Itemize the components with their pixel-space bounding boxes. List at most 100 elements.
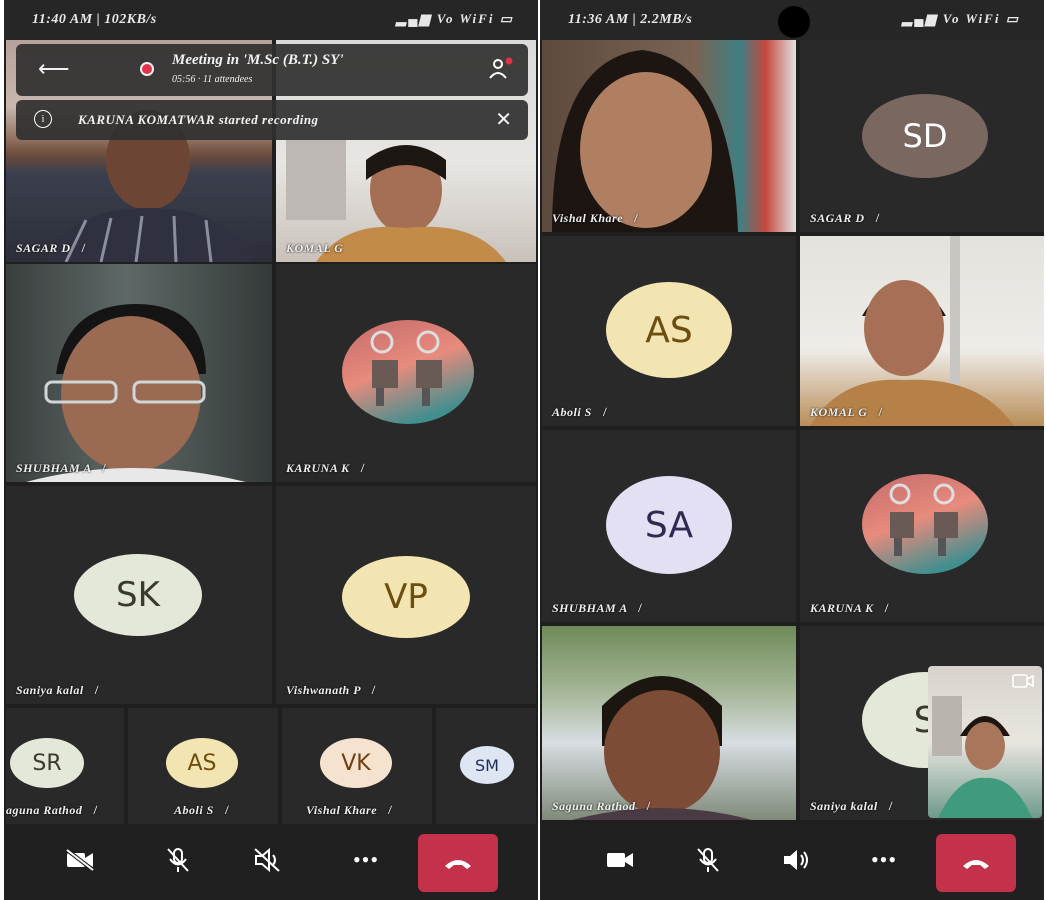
participant-tile-vishal[interactable]: Vishal Khare 🎙̸ xyxy=(542,40,796,232)
participant-name: KARUNA K 🎙̸ xyxy=(286,461,364,475)
keychain-figures-image xyxy=(889,483,958,556)
signal-icon: ▂▄▆ xyxy=(396,11,432,26)
participant-name: aguna Rathod 🎙̸ xyxy=(6,803,96,817)
avatar-initials: VK xyxy=(320,738,392,788)
mic-muted-icon xyxy=(167,848,189,872)
participant-name: Vishwanath P 🎙̸ xyxy=(286,683,374,697)
participant-name: Aboli S 🎙̸ xyxy=(174,803,228,817)
mic-muted-icon: 🎙̸ xyxy=(217,803,228,817)
participant-video xyxy=(542,40,796,232)
profile-photo-avatar xyxy=(862,474,988,574)
mic-muted-icon: 🎙̸ xyxy=(87,683,98,697)
participant-name: SHUBHAM A 🎙̸ xyxy=(552,601,641,615)
mic-muted-icon: 🎙̸ xyxy=(595,405,606,419)
mute-button[interactable] xyxy=(156,838,200,882)
call-toolbar: ••• xyxy=(4,824,538,900)
wifi-label: Vo WiFi xyxy=(942,11,1001,26)
participant-tile-karuna[interactable]: KARUNA K 🎙̸ xyxy=(800,430,1044,622)
status-bar: 11:36 AM | 2.2MB/s ▂▄▆ Vo WiFi ▭ xyxy=(540,0,1044,40)
close-icon[interactable]: ✕ xyxy=(495,107,512,132)
meeting-subtitle: 05:56 · 11 attendees xyxy=(172,74,253,85)
more-button[interactable]: ••• xyxy=(344,838,388,882)
participant-name: SAGAR D 🎙̸ xyxy=(810,211,878,225)
person-silhouette xyxy=(810,236,1014,426)
camera-button[interactable] xyxy=(598,838,642,882)
status-time: 11:40 AM | 102KB/s xyxy=(32,12,157,27)
mic-muted-icon: 🎙̸ xyxy=(870,405,881,419)
notification-text: KARUNA KOMATWAR started recording xyxy=(78,112,319,127)
status-system-icons: ▂▄▆ Vo WiFi ▭ xyxy=(902,11,1020,27)
mute-button[interactable] xyxy=(686,838,730,882)
participant-tile-saguna[interactable]: SR aguna Rathod 🎙̸ xyxy=(6,708,124,824)
switch-camera-icon[interactable] xyxy=(1012,672,1034,695)
participant-tile-sm[interactable]: SM xyxy=(436,708,536,824)
speaker-off-button[interactable] xyxy=(246,838,290,882)
more-icon: ••• xyxy=(352,847,380,872)
mic-muted-icon: 🎙̸ xyxy=(626,211,637,225)
participant-tile-aboli[interactable]: AS Aboli S 🎙̸ xyxy=(128,708,278,824)
keychain-figures-image xyxy=(370,330,442,406)
speaker-off-icon xyxy=(254,847,280,873)
avatar-initials: SM xyxy=(460,746,514,784)
avatar-initials: AS xyxy=(166,738,238,788)
camera-cutout xyxy=(778,6,810,38)
participant-tile-shubham[interactable]: SHUBHAM A 🎙̸ xyxy=(6,264,272,482)
participants-icon[interactable] xyxy=(488,56,514,87)
participant-video xyxy=(6,264,272,482)
participant-name: Saniya kalal 🎙̸ xyxy=(16,683,98,697)
mic-muted-icon: 🎙̸ xyxy=(630,601,641,615)
mic-muted-icon: 🎙̸ xyxy=(364,683,374,697)
mic-muted-icon: 🎙̸ xyxy=(881,799,892,813)
avatar-initials: SD xyxy=(862,94,988,178)
mic-muted-icon: 🎙̸ xyxy=(353,461,364,475)
left-phone-screen: 11:40 AM | 102KB/s ▂▄▆ Vo WiFi ▭ SAGAR D… xyxy=(4,0,538,900)
avatar-initials: SA xyxy=(606,476,732,574)
participant-tile-sagar[interactable]: SD SAGAR D 🎙̸ xyxy=(800,40,1044,232)
self-view-video[interactable] xyxy=(928,666,1042,818)
participant-tile-aboli[interactable]: AS Aboli S 🎙̸ xyxy=(542,236,796,426)
recording-notification: i KARUNA KOMATWAR started recording ✕ xyxy=(16,100,528,140)
call-toolbar: ••• xyxy=(540,824,1044,900)
mic-muted-icon: 🎙̸ xyxy=(85,803,96,817)
camera-off-button[interactable] xyxy=(58,838,102,882)
participant-name: Vishal Khare 🎙̸ xyxy=(306,803,391,817)
signal-icon: ▂▄▆ xyxy=(902,11,938,26)
end-call-button[interactable] xyxy=(936,834,1016,892)
avatar-initials: VP xyxy=(342,556,470,638)
participant-tile-saniya[interactable]: SK Saniya kalal 🎙̸ xyxy=(6,486,272,704)
meeting-header: ⟵ Meeting in 'M.Sc (B.T.) SY' 05:56 · 11… xyxy=(16,44,528,96)
more-button[interactable]: ••• xyxy=(862,838,906,882)
participant-name: Saniya kalal 🎙̸ xyxy=(810,799,892,813)
camera-icon xyxy=(607,853,633,867)
status-bar: 11:40 AM | 102KB/s ▂▄▆ Vo WiFi ▭ xyxy=(4,0,538,40)
participant-name: Vishal Khare 🎙̸ xyxy=(552,211,637,225)
mic-muted-icon: 🎙̸ xyxy=(94,461,105,475)
participant-name: KOMAL G 🎙̸ xyxy=(810,405,881,419)
speaker-icon xyxy=(784,850,808,870)
hang-up-icon xyxy=(963,860,989,869)
info-icon: i xyxy=(34,110,52,128)
status-system-icons: ▂▄▆ Vo WiFi ▭ xyxy=(396,11,514,27)
back-arrow-icon[interactable]: ⟵ xyxy=(38,56,70,82)
speaker-button[interactable] xyxy=(774,838,818,882)
participant-tile-vishwanath[interactable]: VP Vishwanath P 🎙̸ xyxy=(276,486,536,704)
participant-tile-vishal[interactable]: VK Vishal Khare 🎙̸ xyxy=(282,708,432,824)
participant-tile-karuna[interactable]: KARUNA K 🎙̸ xyxy=(276,264,536,482)
end-call-button[interactable] xyxy=(418,834,498,892)
camera-off-icon xyxy=(65,848,95,872)
participant-name: SAGAR D 🎙̸ xyxy=(16,241,84,255)
person-silhouette xyxy=(572,676,752,820)
mic-muted-icon: 🎙̸ xyxy=(877,601,888,615)
wifi-label: Vo WiFi xyxy=(436,11,495,26)
participant-tile-saguna[interactable]: Saguna Rathod 🎙̸ xyxy=(542,626,796,820)
meeting-title: Meeting in 'M.Sc (B.T.) SY' xyxy=(172,52,344,68)
participant-tile-shubham[interactable]: SA SHUBHAM A 🎙̸ xyxy=(542,430,796,622)
participant-tile-komal[interactable]: KOMAL G 🎙̸ xyxy=(800,236,1044,426)
battery-icon: ▭ xyxy=(499,11,514,26)
mic-muted-icon: 🎙̸ xyxy=(639,799,649,813)
avatar-initials: SK xyxy=(74,554,202,636)
hang-up-icon xyxy=(445,860,471,869)
right-phone-screen: 11:36 AM | 2.2MB/s ▂▄▆ Vo WiFi ▭ Vishal … xyxy=(540,0,1044,900)
person-silhouette xyxy=(552,50,738,232)
participant-video xyxy=(800,236,1044,426)
